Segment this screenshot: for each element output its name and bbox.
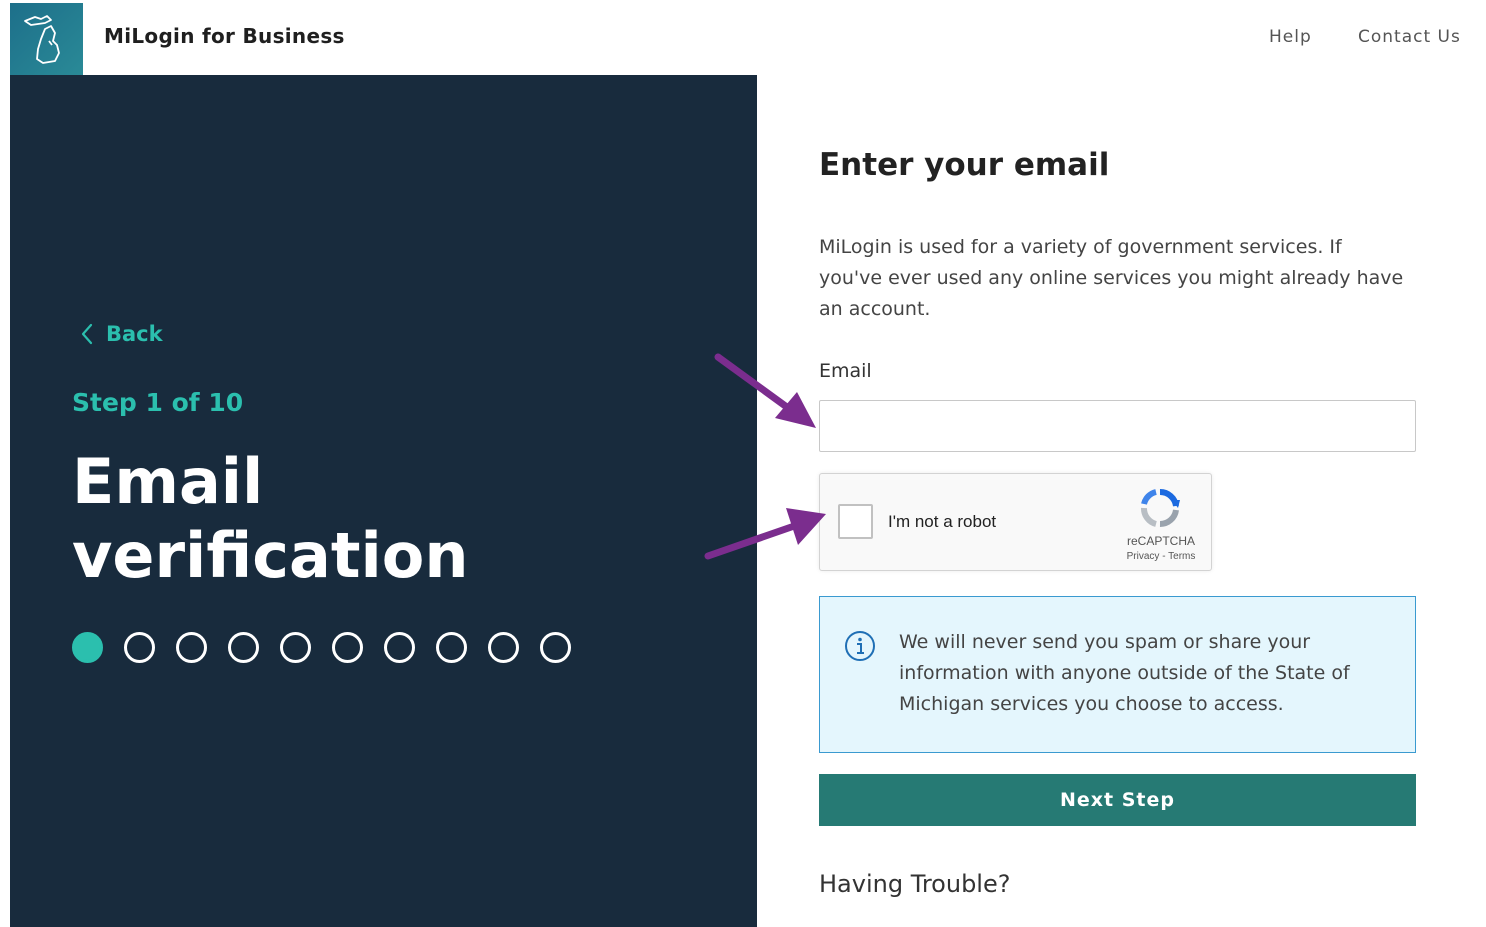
step-sidebar: Back Step 1 of 10 Email verification	[10, 75, 757, 927]
app-title: MiLogin for Business	[104, 24, 345, 48]
back-link[interactable]: Back	[80, 322, 163, 346]
email-label: Email	[819, 360, 872, 382]
email-input[interactable]	[819, 400, 1416, 452]
nav-link-contact-us[interactable]: Contact Us	[1358, 27, 1461, 47]
progress-dot-10	[540, 632, 571, 663]
progress-dot-4	[228, 632, 259, 663]
info-circle-icon	[845, 631, 875, 661]
form-title: Enter your email	[819, 147, 1110, 183]
page-title: Email verification	[72, 445, 712, 593]
progress-dot-1	[72, 632, 103, 663]
chevron-left-icon	[81, 323, 93, 345]
recaptcha-label: I'm not a robot	[888, 512, 997, 531]
email-form-panel: Enter your email MiLogin is used for a v…	[757, 75, 1473, 927]
having-trouble-heading: Having Trouble?	[819, 870, 1011, 898]
progress-dot-9	[488, 632, 519, 663]
back-label: Back	[106, 322, 163, 346]
michigan-state-icon[interactable]	[10, 3, 83, 75]
intro-text: MiLogin is used for a variety of governm…	[819, 236, 1404, 320]
page-title-line-2: verification	[72, 519, 469, 592]
progress-dot-7	[384, 632, 415, 663]
progress-dot-6	[332, 632, 363, 663]
recaptcha-brand: reCAPTCHA	[1126, 534, 1195, 548]
nav-link-help[interactable]: Help	[1269, 27, 1312, 47]
step-indicator: Step 1 of 10	[72, 388, 244, 417]
progress-dot-2	[124, 632, 155, 663]
top-header: MiLogin for Business Help Contact Us	[10, 0, 1473, 75]
progress-dot-8	[436, 632, 467, 663]
next-step-button[interactable]: Next Step	[819, 774, 1416, 826]
progress-dot-3	[176, 632, 207, 663]
recaptcha-logo-icon	[1141, 488, 1180, 528]
privacy-notice-text: We will never send you spam or share you…	[899, 631, 1350, 715]
progress-dots	[72, 632, 571, 663]
recaptcha-widget: I'm not a robot reCAPTCHA Privacy - Term…	[819, 473, 1212, 571]
page-title-line-1: Email	[72, 445, 264, 518]
progress-dot-5	[280, 632, 311, 663]
recaptcha-privacy-terms-links[interactable]: Privacy - Terms	[1116, 551, 1206, 562]
privacy-notice: We will never send you spam or share you…	[819, 596, 1416, 753]
recaptcha-checkbox[interactable]	[838, 504, 873, 539]
